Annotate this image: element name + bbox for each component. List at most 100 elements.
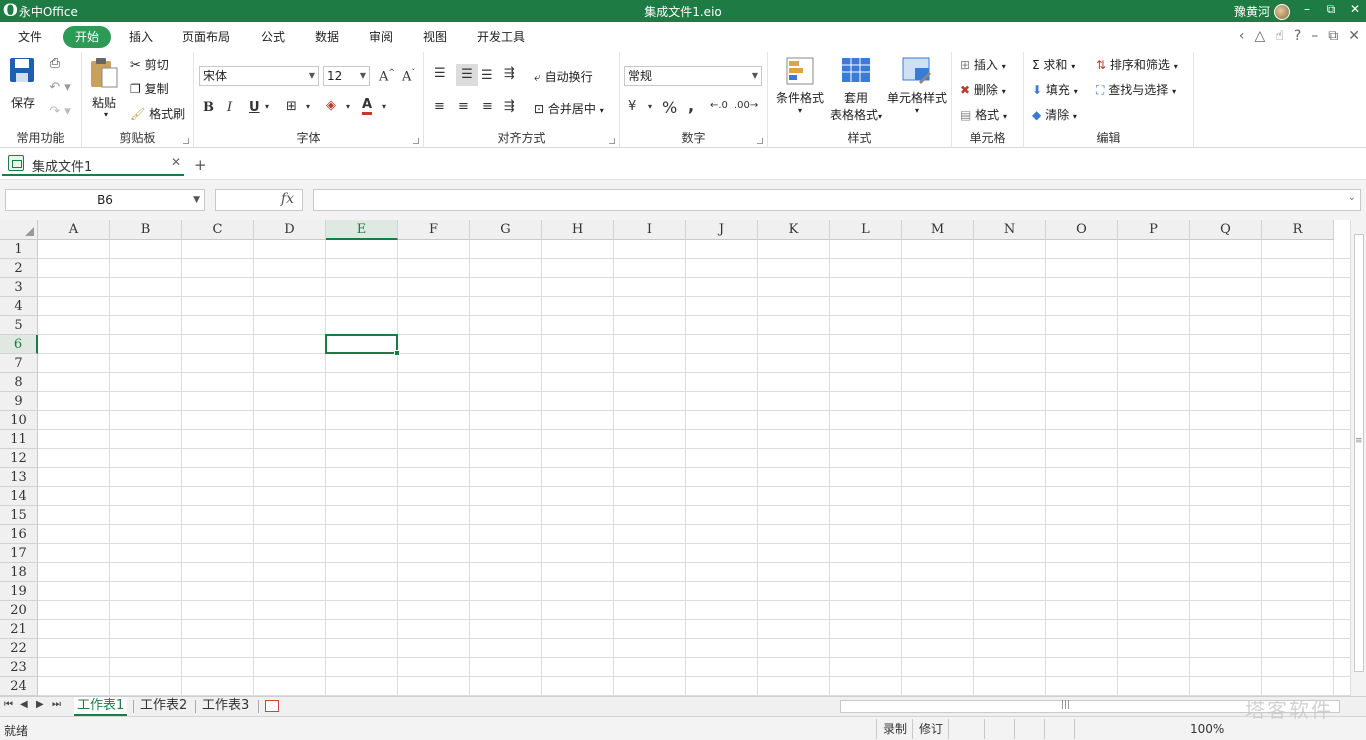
currency-button[interactable]: ¥ [628,99,636,114]
vertical-scrollbar[interactable]: ≡ [1350,220,1366,696]
cell-style-button[interactable]: 单元格样式 ▾ [884,56,950,122]
sheet-tab-2[interactable]: 工作表2 [137,697,190,716]
menu-home[interactable]: 开始 [63,26,111,48]
row-header-18[interactable]: 18 [0,563,38,582]
row-header-24[interactable]: 24 [0,677,38,696]
column-header-q[interactable]: Q [1190,220,1262,240]
avatar[interactable] [1274,3,1290,20]
fill-color-icon[interactable]: ◈ [326,98,336,113]
find-select-button[interactable]: ⛶ 查找与选择 ▾ [1096,81,1176,98]
column-header-j[interactable]: J [686,220,758,240]
conditional-format-button[interactable]: 条件格式 ▾ [772,56,828,122]
row-header-1[interactable]: 1 [0,240,38,259]
italic-button[interactable]: I [227,100,232,115]
clear-button[interactable]: ◆ 清除 ▾ [1032,106,1077,123]
menu-page-layout[interactable]: 页面布局 [176,26,236,48]
name-box[interactable]: B6 ▼ [5,189,205,211]
row-header-15[interactable]: 15 [0,506,38,525]
row-header-14[interactable]: 14 [0,487,38,506]
hand-icon[interactable]: ☝ [1275,28,1284,44]
format-as-table-button[interactable]: 套用 表格格式▾ [826,56,886,126]
format-painter-button[interactable]: 🖌 格式刷 [130,105,185,122]
sheet-tab-3[interactable]: 工作表3 [199,697,252,716]
column-header-m[interactable]: M [902,220,974,240]
font-launcher-icon[interactable] [413,138,419,144]
vertical-scroll-thumb[interactable] [1354,234,1364,672]
fill-button[interactable]: ⬇ 填充 ▾ [1032,81,1078,98]
font-color-icon[interactable]: A [362,98,373,115]
column-header-e[interactable]: E [326,220,398,240]
paste-button[interactable]: 粘贴 ▾ [88,56,126,120]
font-color-dropdown-icon[interactable]: ▾ [382,102,386,111]
wrap-text-button[interactable]: ⤶ 自动换行 [534,68,593,85]
border-icon[interactable]: ⊞ [286,99,297,114]
column-header-l[interactable]: L [830,220,902,240]
print-icon[interactable]: ⎙ [46,56,64,71]
row-header-9[interactable]: 9 [0,392,38,411]
row-header-12[interactable]: 12 [0,449,38,468]
close-window-icon[interactable]: ✕ [1348,2,1362,17]
document-tab[interactable]: 集成文件1 ✕ [2,152,184,176]
macro-record-button[interactable]: 录制 [876,719,912,739]
delete-cells-button[interactable]: ✖ 删除 ▾ [960,81,1006,98]
cut-button[interactable]: ✂ 剪切 [130,56,169,73]
decrease-decimal-icon[interactable]: .00→ [734,100,758,111]
column-header-d[interactable]: D [254,220,326,240]
comma-button[interactable]: , [688,96,694,115]
select-all-corner[interactable] [0,220,38,240]
align-middle-icon[interactable]: ☰ [456,64,478,86]
row-header-19[interactable]: 19 [0,582,38,601]
merge-center-button[interactable]: ⊡ 合并居中 ▾ [534,100,604,117]
row-header-16[interactable]: 16 [0,525,38,544]
outdent-icon[interactable]: ⇶ [504,99,515,114]
back-icon[interactable]: ‹ [1239,28,1245,44]
doc-minimize-icon[interactable]: – [1311,28,1318,44]
grow-font-icon[interactable]: A^ [379,68,395,84]
column-header-g[interactable]: G [470,220,542,240]
font-size-select[interactable]: 12 ▼ [323,66,370,86]
expand-formula-icon[interactable]: ⌄ [1348,192,1356,203]
column-header-b[interactable]: B [110,220,182,240]
track-changes-button[interactable]: 修订 [912,719,948,739]
row-header-22[interactable]: 22 [0,639,38,658]
fx-icon[interactable]: fx [281,191,294,207]
doc-close-icon[interactable]: ✕ [1348,28,1360,44]
underline-button[interactable]: U [249,100,260,115]
insert-cells-button[interactable]: ⊞ 插入 ▾ [960,56,1006,73]
underline-dropdown-icon[interactable]: ▾ [265,102,269,111]
column-header-k[interactable]: K [758,220,830,240]
align-left-icon[interactable]: ≡ [434,99,445,114]
align-right-icon[interactable]: ≡ [482,99,493,114]
currency-dropdown-icon[interactable]: ▾ [648,102,652,111]
row-header-21[interactable]: 21 [0,620,38,639]
column-header-r[interactable]: R [1262,220,1334,240]
number-launcher-icon[interactable] [757,138,763,144]
alignment-launcher-icon[interactable] [609,138,615,144]
row-header-3[interactable]: 3 [0,278,38,297]
menu-data[interactable]: 数据 [307,26,347,48]
fill-handle[interactable] [394,350,400,356]
add-tab-icon[interactable]: + [194,156,207,174]
format-cells-button[interactable]: ▤ 格式 ▾ [960,106,1007,123]
row-header-4[interactable]: 4 [0,297,38,316]
column-header-c[interactable]: C [182,220,254,240]
fill-color-dropdown-icon[interactable]: ▾ [346,102,350,111]
redo-icon[interactable]: ↷ ▾ [46,104,74,119]
menu-view[interactable]: 视图 [415,26,455,48]
row-header-10[interactable]: 10 [0,411,38,430]
formula-input[interactable]: ⌄ [313,189,1361,211]
zoom-level[interactable]: 100% [1190,722,1224,736]
prev-sheet-icon[interactable]: ◀ [20,699,28,710]
menu-formulas[interactable]: 公式 [253,26,293,48]
autosum-button[interactable]: Σ 求和 ▾ [1032,56,1075,73]
close-tab-icon[interactable]: ✕ [171,155,181,169]
user-account[interactable]: 豫黄河 [1234,3,1290,20]
save-button[interactable]: 保存 [8,56,38,110]
align-center-icon[interactable]: ≡ [458,99,469,114]
border-dropdown-icon[interactable]: ▾ [306,102,310,111]
shrink-font-icon[interactable]: Aˇ [402,68,415,84]
column-header-o[interactable]: O [1046,220,1118,240]
active-cell[interactable] [325,334,400,356]
clipboard-launcher-icon[interactable] [183,138,189,144]
undo-icon[interactable]: ↶ ▾ [46,80,74,95]
